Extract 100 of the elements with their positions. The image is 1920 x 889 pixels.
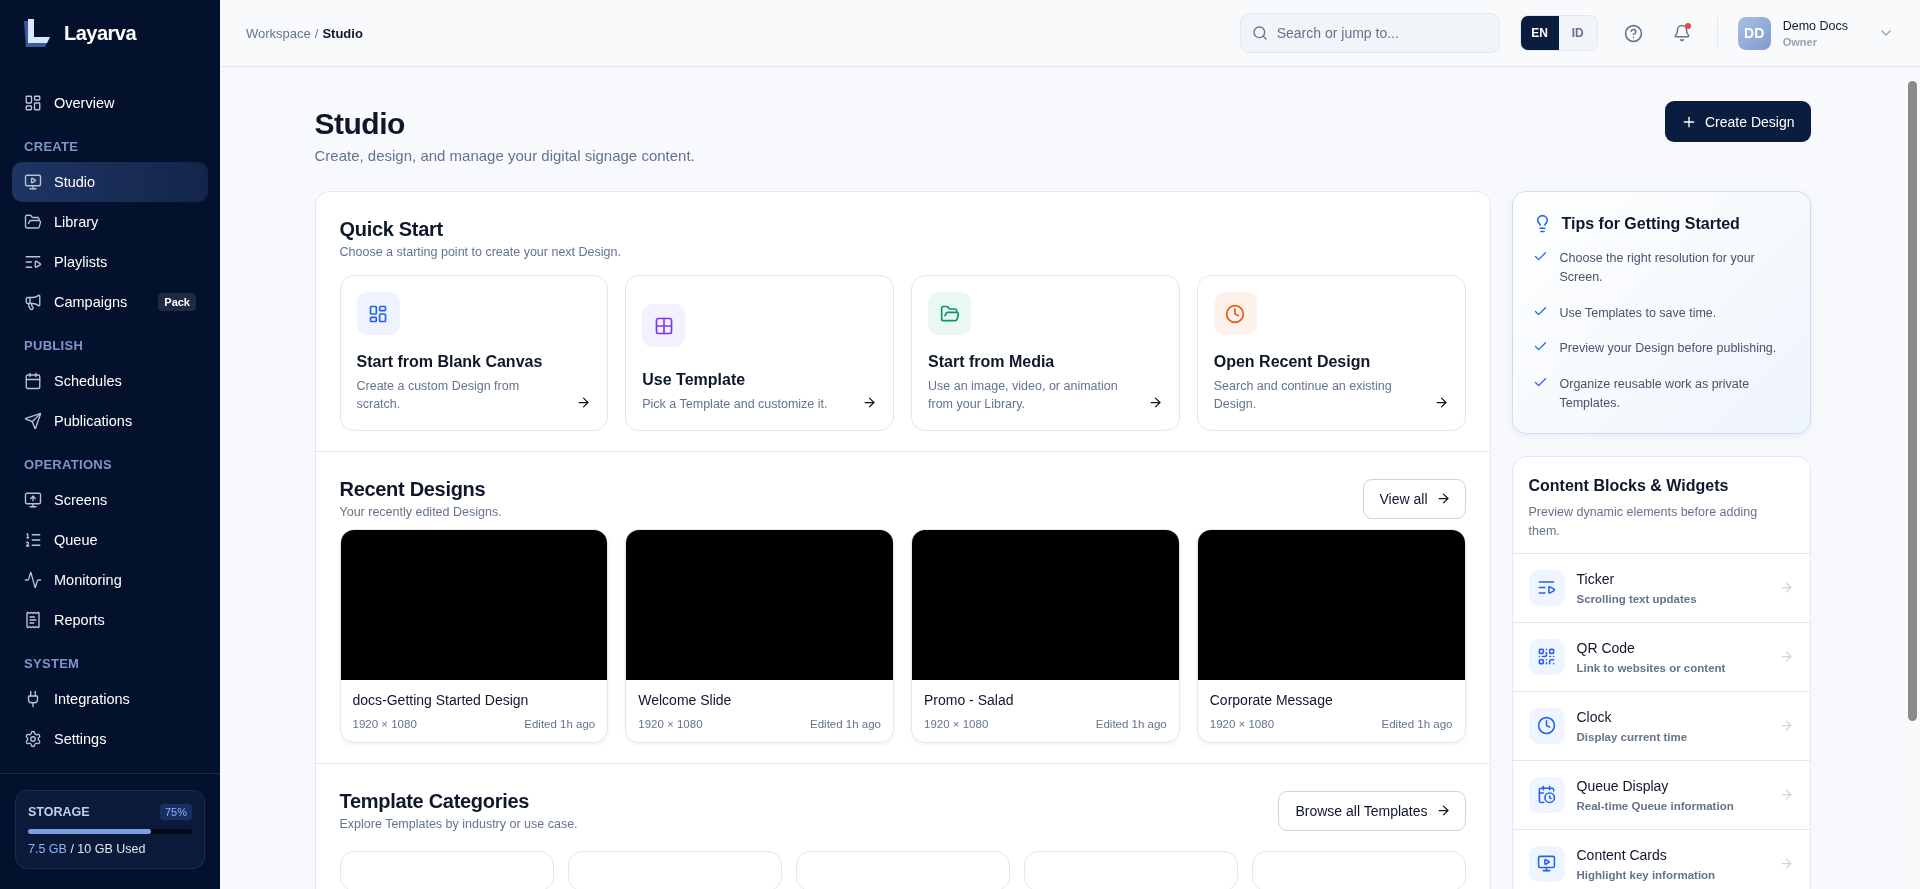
widget-name: Content Cards [1576, 846, 1668, 863]
squares-icon [653, 315, 674, 336]
arrow-right-icon [1147, 395, 1163, 410]
nav-item[interactable]: Reports [12, 600, 208, 640]
arrow-right-icon [1435, 491, 1451, 506]
nav-item[interactable]: Screens [12, 480, 208, 520]
settings-icon [24, 730, 42, 748]
create-design-button[interactable]: Create Design [1665, 101, 1811, 142]
nav-label: Campaigns [54, 294, 129, 310]
nav-label: Queue [54, 532, 99, 548]
browse-templates-button[interactable]: Browse all Templates [1278, 790, 1466, 831]
arrow-right-icon [1778, 649, 1794, 665]
tip-text: Choose the right resolution for your Screen. [1559, 250, 1756, 287]
logo-icon [22, 18, 52, 49]
nav-item[interactable]: Library [12, 202, 208, 242]
language-toggle[interactable]: EN [1520, 16, 1559, 50]
design-card[interactable]: Welcome Slide 1920 × 1080 Edited 1h ago [625, 529, 894, 743]
design-card[interactable]: docs-Getting Started Design 1920 × 1080 Edited 1h ago [339, 529, 609, 743]
quick-start-card[interactable]: Start from Media Use an image, video, or animation from your Library. [911, 275, 1180, 431]
widget-name: QR Code [1576, 639, 1636, 656]
card-title: Use Template [642, 371, 747, 389]
clock-icon [1225, 303, 1246, 324]
view-all-button[interactable]: View all [1362, 478, 1466, 519]
widget-row[interactable]: QR Code Link to websites or content [1512, 622, 1810, 692]
widget-row[interactable]: Content Cards Highlight key information [1512, 829, 1810, 889]
nav-label: Studio [54, 174, 97, 190]
nav-item[interactable]: Integrations [12, 679, 208, 719]
design-card[interactable]: Corporate Message 1920 × 1080 Edited 1h ago [1196, 529, 1466, 743]
card-title: Start from Blank Canvas [356, 352, 544, 371]
folder-icon [24, 213, 42, 231]
tip-text: Preview your Design before publishing. [1559, 340, 1777, 358]
quick-start-card[interactable]: Start from Blank Canvas Create a custom Design from scratch. [339, 275, 609, 431]
section-subtitle: Choose a starting point to create your next Design. [339, 245, 622, 259]
nav-label: Screens [54, 492, 109, 508]
grid-icon [24, 94, 42, 112]
arrow-right-icon [1433, 395, 1449, 410]
nav-item[interactable]: Campaigns Pack [12, 282, 208, 322]
pulse-icon [24, 571, 42, 589]
nav-item[interactable]: Settings [12, 719, 208, 759]
design-size: 1920 × 1080 [352, 718, 417, 730]
user-role: Owner [1782, 35, 1818, 48]
nav-label: Schedules [54, 373, 123, 389]
nav-item[interactable]: Studio [12, 162, 208, 202]
storage-label: STORAGE [28, 805, 90, 819]
nav-item[interactable]: Overview [12, 83, 208, 123]
nav-badge: Pack [158, 293, 196, 311]
calendar-icon [24, 372, 42, 390]
section-title: Template Categories [339, 790, 531, 813]
design-size: 1920 × 1080 [638, 718, 703, 730]
nav-item[interactable]: Publications [12, 401, 208, 441]
quick-start-card[interactable]: Open Recent Design Search and continue an existing Design. [1196, 275, 1466, 431]
monitor-icon [24, 491, 42, 509]
search-field[interactable]: Search or jump to... [1239, 13, 1500, 53]
user-avatar: DD [1737, 16, 1771, 50]
design-edited: Edited 1h ago [810, 718, 881, 730]
section-heading: SYSTEM [23, 655, 81, 673]
clock-icon [1537, 716, 1556, 736]
widget-description: Link to websites or content [1576, 661, 1727, 674]
scrollbar-thumb[interactable] [1908, 81, 1917, 721]
arrow-right-icon [1778, 787, 1794, 803]
nav-label: Reports [54, 612, 106, 628]
grid-icon [368, 303, 388, 324]
nav-item[interactable]: Monitoring [12, 560, 208, 600]
breadcrumb-item[interactable]: Workspace [246, 25, 311, 41]
nav-label: Monitoring [54, 572, 123, 588]
card-title: Open Recent Design [1213, 352, 1372, 371]
arrow-right-icon [576, 395, 592, 410]
nav-item[interactable]: Queue [12, 520, 208, 560]
list-icon [24, 253, 42, 271]
widgets-title: Content Blocks & Widgets [1528, 477, 1730, 496]
card-description: Pick a Template and customize it. [642, 396, 828, 414]
widget-description: Real-time Queue information [1576, 799, 1735, 812]
design-name: Corporate Message [1209, 692, 1334, 708]
nav-item[interactable]: Schedules [12, 361, 208, 401]
qr-code-icon [1537, 647, 1556, 667]
quick-start-card[interactable]: Use Template Pick a Template and customize it. [625, 275, 894, 431]
design-edited: Edited 1h ago [1381, 718, 1453, 730]
section-heading: CREATE [23, 138, 80, 156]
nav-label: Integrations [54, 691, 131, 707]
widget-description: Scrolling text updates [1576, 592, 1698, 605]
widget-row[interactable]: Queue Display Real-time Queue information [1512, 760, 1810, 830]
nav-label: Overview [54, 95, 116, 111]
widget-name: Clock [1576, 708, 1613, 725]
card-description: Use an image, video, or animation from your Library. [928, 377, 1119, 414]
arrow-right-icon [862, 395, 877, 410]
list-icon [24, 531, 42, 549]
section-heading: OPERATIONS [23, 456, 113, 474]
nav-item[interactable]: Playlists [12, 242, 208, 282]
nav-label: Publications [54, 413, 134, 429]
storage-percent: 75% [159, 804, 192, 820]
nav-label: Playlists [54, 254, 109, 270]
megaphone-icon [24, 293, 42, 311]
design-card[interactable]: Promo - Salad 1920 × 1080 Edited 1h ago [911, 529, 1180, 743]
widget-name: Ticker [1576, 570, 1616, 587]
widget-row[interactable]: Ticker Scrolling text updates [1512, 553, 1810, 623]
nav-label: Settings [54, 731, 108, 747]
language-toggle[interactable]: ID [1558, 16, 1597, 50]
arrow-right-icon [1778, 856, 1794, 872]
widget-row[interactable]: Clock Display current time [1512, 691, 1810, 761]
section-heading: PUBLISH [23, 337, 85, 355]
